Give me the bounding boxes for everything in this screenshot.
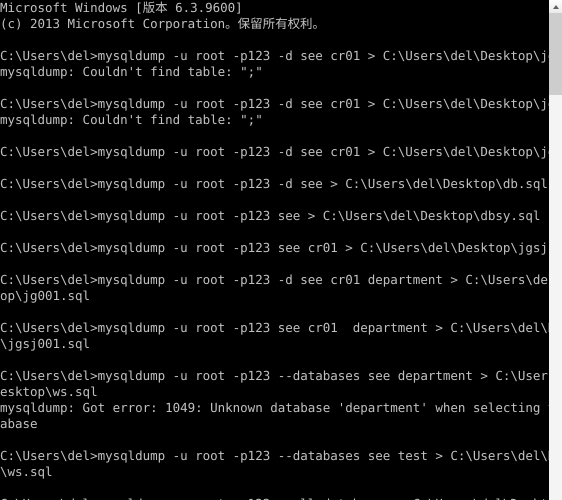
console-line: Microsoft Windows [版本 6.3.9600] — [0, 0, 243, 15]
console-line: mysqldump: Got error: 1049: Unknown data… — [0, 400, 549, 415]
console-line: C:\Users\del>mysqldump -u root -p123 --d… — [0, 448, 549, 463]
console-line: C:\Users\del>mysqldump -u root -p123 -d … — [0, 48, 549, 63]
console-line: C:\Users\del>mysqldump -u root -p123 -d … — [0, 272, 549, 287]
console-line: op\jg001.sql — [0, 288, 91, 303]
console-line: mysqldump: Couldn't find table: ";" — [0, 64, 263, 79]
console-line: C:\Users\del>mysqldump -u root -p123 see… — [0, 320, 549, 335]
console-line: \ws.sql — [0, 464, 53, 479]
command-prompt-window[interactable]: Microsoft Windows [版本 6.3.9600] (c) 2013 … — [0, 0, 562, 500]
vertical-scrollbar[interactable] — [549, 0, 562, 500]
console-line: (c) 2013 Microsoft Corporation。保留所有权利。 — [0, 16, 326, 31]
console-line: C:\Users\del>mysqldump -u root -p123 --a… — [0, 496, 549, 500]
console-line: \jgsj001.sql — [0, 336, 91, 351]
console-line: abase — [0, 416, 38, 431]
console-line: C:\Users\del>mysqldump -u root -p123 -d … — [0, 144, 549, 159]
console-line: C:\Users\del>mysqldump -u root -p123 see… — [0, 240, 549, 255]
console-line: C:\Users\del>mysqldump -u root -p123 -d … — [0, 176, 548, 191]
console-line: C:\Users\del>mysqldump -u root -p123 see… — [0, 208, 541, 223]
console-output-area[interactable]: Microsoft Windows [版本 6.3.9600] (c) 2013 … — [0, 0, 549, 500]
console-line: esktop\ws.sql — [0, 384, 98, 399]
console-line: C:\Users\del>mysqldump -u root -p123 --d… — [0, 368, 549, 383]
console-line: C:\Users\del>mysqldump -u root -p123 -d … — [0, 96, 549, 111]
scrollbar-thumb[interactable] — [549, 13, 562, 95]
triangle-up-icon — [552, 4, 559, 9]
console-line: mysqldump: Couldn't find table: ";" — [0, 112, 263, 127]
scroll-up-arrow-icon[interactable] — [549, 0, 562, 13]
